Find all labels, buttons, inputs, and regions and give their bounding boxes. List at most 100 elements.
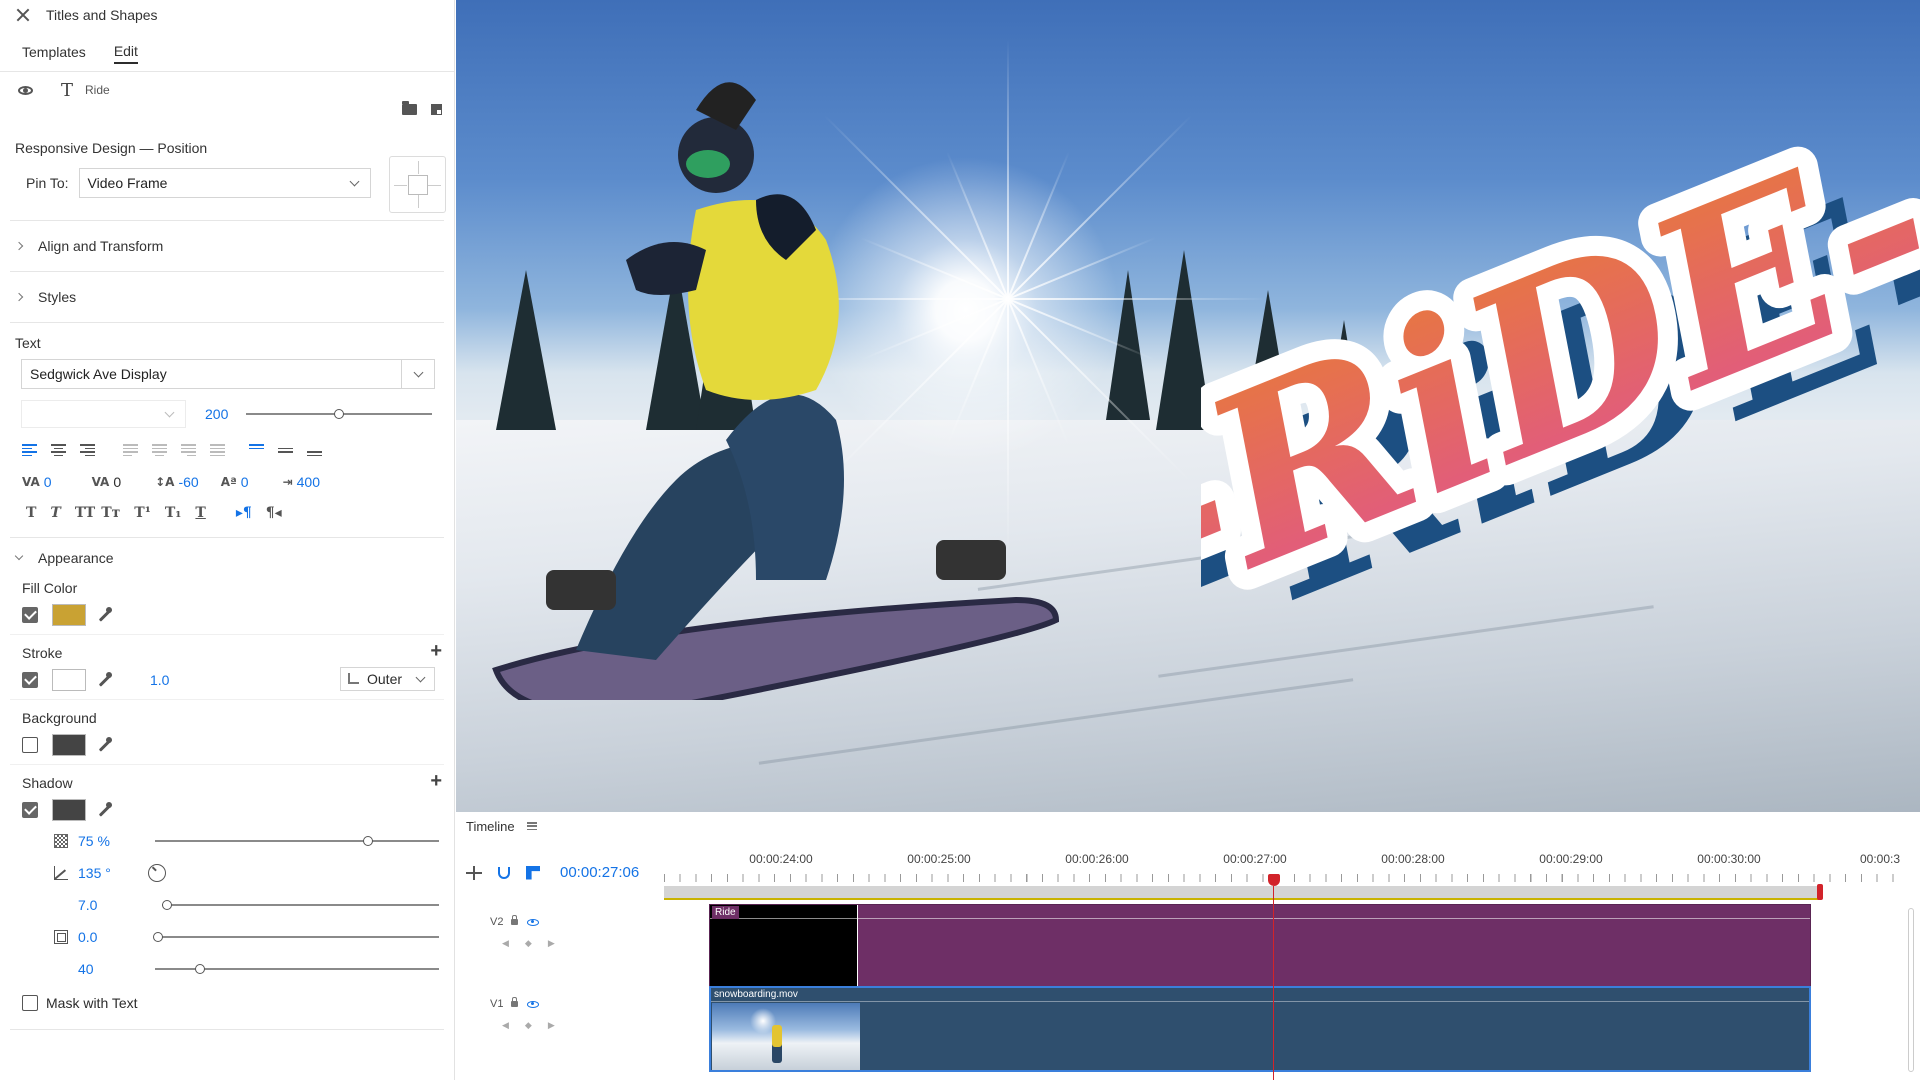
fill-color-swatch[interactable] [52,604,86,626]
align-center-icon[interactable] [51,444,66,456]
shadow-opacity-slider[interactable] [155,836,439,846]
shadow-opacity-knob[interactable] [363,836,373,846]
shadow-color-swatch[interactable] [52,799,86,821]
bold-icon[interactable]: T [26,505,36,521]
shadow-size-knob[interactable] [153,932,163,942]
work-area-bar[interactable] [664,886,1821,900]
font-size-value[interactable]: 200 [205,406,240,422]
lock-icon[interactable] [511,997,519,1007]
leading-metric[interactable]: ↕A -60 [155,474,199,490]
menu-icon[interactable] [526,822,537,830]
layer-row[interactable]: T Ride [0,76,454,104]
shadow-blur-slider[interactable] [155,964,439,974]
shadow-opacity-value[interactable]: 75 % [78,833,138,849]
shadow-blur-value[interactable]: 40 [78,961,138,977]
fill-checkbox[interactable] [22,607,38,623]
clip-ride[interactable]: Ride [709,904,1811,988]
time-ruler[interactable]: 00:00:24:00 00:00:25:00 00:00:26:00 00:0… [664,852,1904,886]
superscript-icon[interactable]: T¹ [134,505,151,521]
eyedropper-icon[interactable] [98,737,112,752]
shadow-distance-slider[interactable] [162,900,439,910]
align-transform-section[interactable]: Align and Transform [0,221,454,271]
font-family-select[interactable]: Sedgwick Ave Display [21,359,435,389]
underline-icon[interactable]: T [195,505,205,521]
new-layer-icon[interactable] [431,104,442,115]
program-monitor[interactable]: -RiDE- -RiDE- -RiDE- [456,0,1920,812]
tracking-value[interactable]: 0 [113,474,121,490]
align-middle-icon[interactable] [278,444,293,456]
tracking-metric[interactable]: VA 0 [92,474,122,490]
add-keyframe-icon[interactable]: ◆ [525,938,532,949]
justify-all-icon[interactable] [210,444,225,456]
mask-checkbox[interactable] [22,995,38,1011]
track-visibility-icon[interactable] [527,1000,540,1008]
align-bottom-icon[interactable] [307,444,322,456]
eyedropper-icon[interactable] [98,607,112,622]
tab-width-value[interactable]: 400 [297,474,320,490]
visibility-eye-icon[interactable] [18,85,33,95]
styles-section[interactable]: Styles [0,272,454,322]
stroke-type-select[interactable]: Outer [340,667,435,691]
baseline-metric[interactable]: Aª 0 [221,474,249,490]
font-style-select[interactable] [21,400,186,428]
align-top-icon[interactable] [249,444,264,456]
tab-width-metric[interactable]: ⇥ 400 [283,474,320,490]
leading-value[interactable]: -60 [178,474,198,490]
track-visibility-icon[interactable] [527,918,540,926]
shadow-blur-knob[interactable] [195,964,205,974]
align-left-icon[interactable] [22,444,37,456]
justify-right-icon[interactable] [181,444,196,456]
pin-position-widget[interactable] [389,156,446,213]
prev-keyframe-icon[interactable]: ◀ [502,1020,509,1031]
shadow-size-slider[interactable] [153,932,439,942]
subscript-icon[interactable]: T₁ [165,505,182,521]
font-size-slider-knob[interactable] [334,409,344,419]
all-caps-icon[interactable]: TT [75,505,95,521]
appearance-section[interactable]: Appearance [0,538,454,578]
add-shadow-icon[interactable]: + [430,771,442,791]
shadow-distance-knob[interactable] [162,900,172,910]
stroke-checkbox[interactable] [22,672,38,688]
shadow-size-value[interactable]: 0.0 [78,929,138,945]
angle-dial-icon[interactable] [148,864,166,882]
add-track-icon[interactable] [466,865,482,880]
justify-center-icon[interactable] [152,444,167,456]
vertical-scrollbar[interactable] [1908,908,1914,1072]
next-keyframe-icon[interactable]: ▶ [548,938,555,949]
align-right-icon[interactable] [80,444,95,456]
work-area-end-marker[interactable] [1817,884,1823,900]
tab-edit[interactable]: Edit [113,37,138,64]
folder-icon[interactable] [402,101,417,115]
playhead-handle[interactable] [1268,874,1280,886]
background-color-swatch[interactable] [52,734,86,756]
mask-with-text-row[interactable]: Mask with Text [0,995,454,1011]
lock-icon[interactable] [511,915,519,925]
add-keyframe-icon[interactable]: ◆ [525,1020,532,1031]
rtl-paragraph-icon[interactable]: ¶◂ [266,505,282,521]
prev-keyframe-icon[interactable]: ◀ [502,938,509,949]
eyedropper-icon[interactable] [98,672,112,687]
snap-magnet-icon[interactable] [498,866,510,879]
pin-to-select[interactable]: Video Frame [78,168,371,198]
next-keyframe-icon[interactable]: ▶ [548,1020,555,1031]
shadow-checkbox[interactable] [22,802,38,818]
ride-title-graphic[interactable]: -RiDE- -RiDE- -RiDE- [1201,140,1920,640]
clip-snowboarding[interactable]: snowboarding.mov [709,986,1811,1072]
kerning-value[interactable]: 0 [44,474,52,490]
background-checkbox[interactable] [22,737,38,753]
baseline-value[interactable]: 0 [241,474,249,490]
small-caps-icon[interactable]: Tт [101,505,120,521]
kerning-metric[interactable]: VA 0 [22,474,52,490]
font-size-slider[interactable] [246,409,432,419]
stroke-width-value[interactable]: 1.0 [150,672,169,688]
add-stroke-icon[interactable]: + [430,641,442,661]
close-icon[interactable] [16,8,30,22]
italic-icon[interactable]: T [50,505,60,521]
shadow-distance-value[interactable]: 7.0 [78,897,138,913]
shadow-angle-value[interactable]: 135 ° [78,865,138,881]
linked-selection-icon[interactable] [526,865,540,880]
timecode-display[interactable]: 00:00:27:06 [560,864,639,881]
tab-templates[interactable]: Templates [22,38,86,63]
ltr-paragraph-icon[interactable]: ▸¶ [236,505,252,521]
justify-left-icon[interactable] [123,444,138,456]
